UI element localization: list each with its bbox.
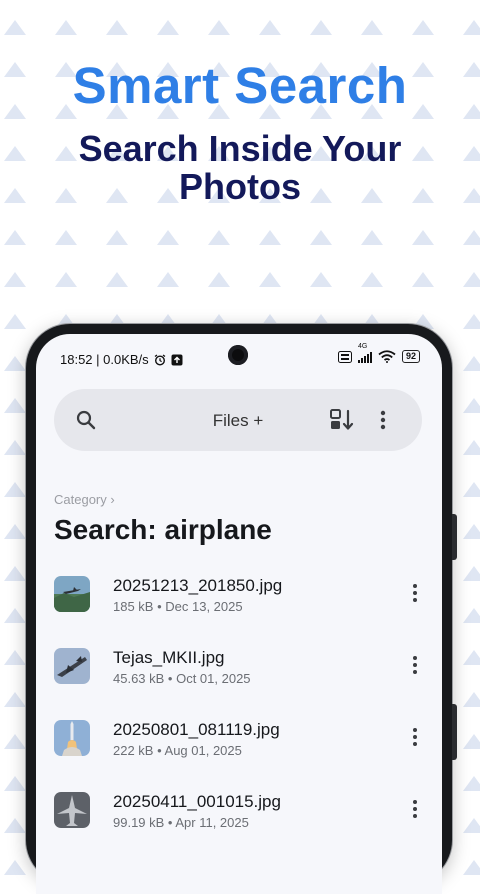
file-meta: 45.63 kB • Oct 01, 2025 — [113, 671, 251, 686]
front-camera — [228, 345, 248, 365]
phone-power-button — [452, 704, 457, 760]
file-meta: 222 kB • Aug 01, 2025 — [113, 743, 242, 758]
hero-title: Smart Search — [72, 57, 408, 114]
breadcrumb[interactable]: Category › — [54, 492, 115, 507]
file-name: 20250411_001015.jpg — [113, 792, 281, 811]
app-title: Files + — [212, 411, 264, 430]
status-time: 18:52 | 0.0KB/s — [60, 352, 149, 367]
phone-volume-button — [452, 514, 457, 560]
phone-screen: 18:52 | 0.0KB/s 4G 92 Files + Category ›… — [36, 334, 442, 894]
list-item[interactable]: 20250411_001015.jpg 99.19 kB • Apr 11, 2… — [36, 786, 442, 858]
page-title: Search: airplane — [54, 514, 272, 545]
file-name: 20250801_081119.jpg — [113, 720, 280, 739]
thumbnail-image — [54, 576, 90, 612]
network-type-label: 4G — [357, 342, 368, 350]
file-name: Tejas_MKII.jpg — [113, 648, 225, 667]
search-bar[interactable]: Files + — [54, 389, 422, 451]
alarm-icon — [154, 353, 166, 366]
more-vert-icon[interactable] — [412, 655, 418, 675]
battery-indicator: 92 — [401, 350, 420, 363]
thumbnail-image — [54, 648, 90, 684]
phone-frame: 18:52 | 0.0KB/s 4G 92 Files + Category ›… — [26, 324, 457, 894]
file-meta: 185 kB • Dec 13, 2025 — [113, 599, 243, 614]
upload-icon — [171, 354, 183, 365]
signal-icon: 4G — [357, 343, 372, 363]
thumbnail-image — [54, 792, 90, 828]
status-bar: 18:52 | 0.0KB/s 4G 92 — [36, 334, 442, 382]
list-item[interactable]: Tejas_MKII.jpg 45.63 kB • Oct 01, 2025 — [36, 642, 442, 714]
more-vert-icon[interactable] — [380, 410, 386, 430]
sort-icon[interactable] — [330, 409, 354, 431]
hero-subtitle: Search Inside Your Photos — [78, 128, 402, 207]
file-name: 20251213_201850.jpg — [113, 576, 283, 595]
more-vert-icon[interactable] — [412, 583, 418, 603]
thumbnail-image — [54, 720, 90, 756]
more-vert-icon[interactable] — [412, 799, 418, 819]
volte-icon — [337, 350, 352, 363]
file-list: 20251213_201850.jpg 185 kB • Dec 13, 202… — [36, 570, 442, 858]
list-item[interactable]: 20251213_201850.jpg 185 kB • Dec 13, 202… — [36, 570, 442, 642]
more-vert-icon[interactable] — [412, 727, 418, 747]
wifi-icon — [378, 350, 396, 363]
file-meta: 99.19 kB • Apr 11, 2025 — [113, 815, 249, 830]
list-item[interactable]: 20250801_081119.jpg 222 kB • Aug 01, 202… — [36, 714, 442, 786]
